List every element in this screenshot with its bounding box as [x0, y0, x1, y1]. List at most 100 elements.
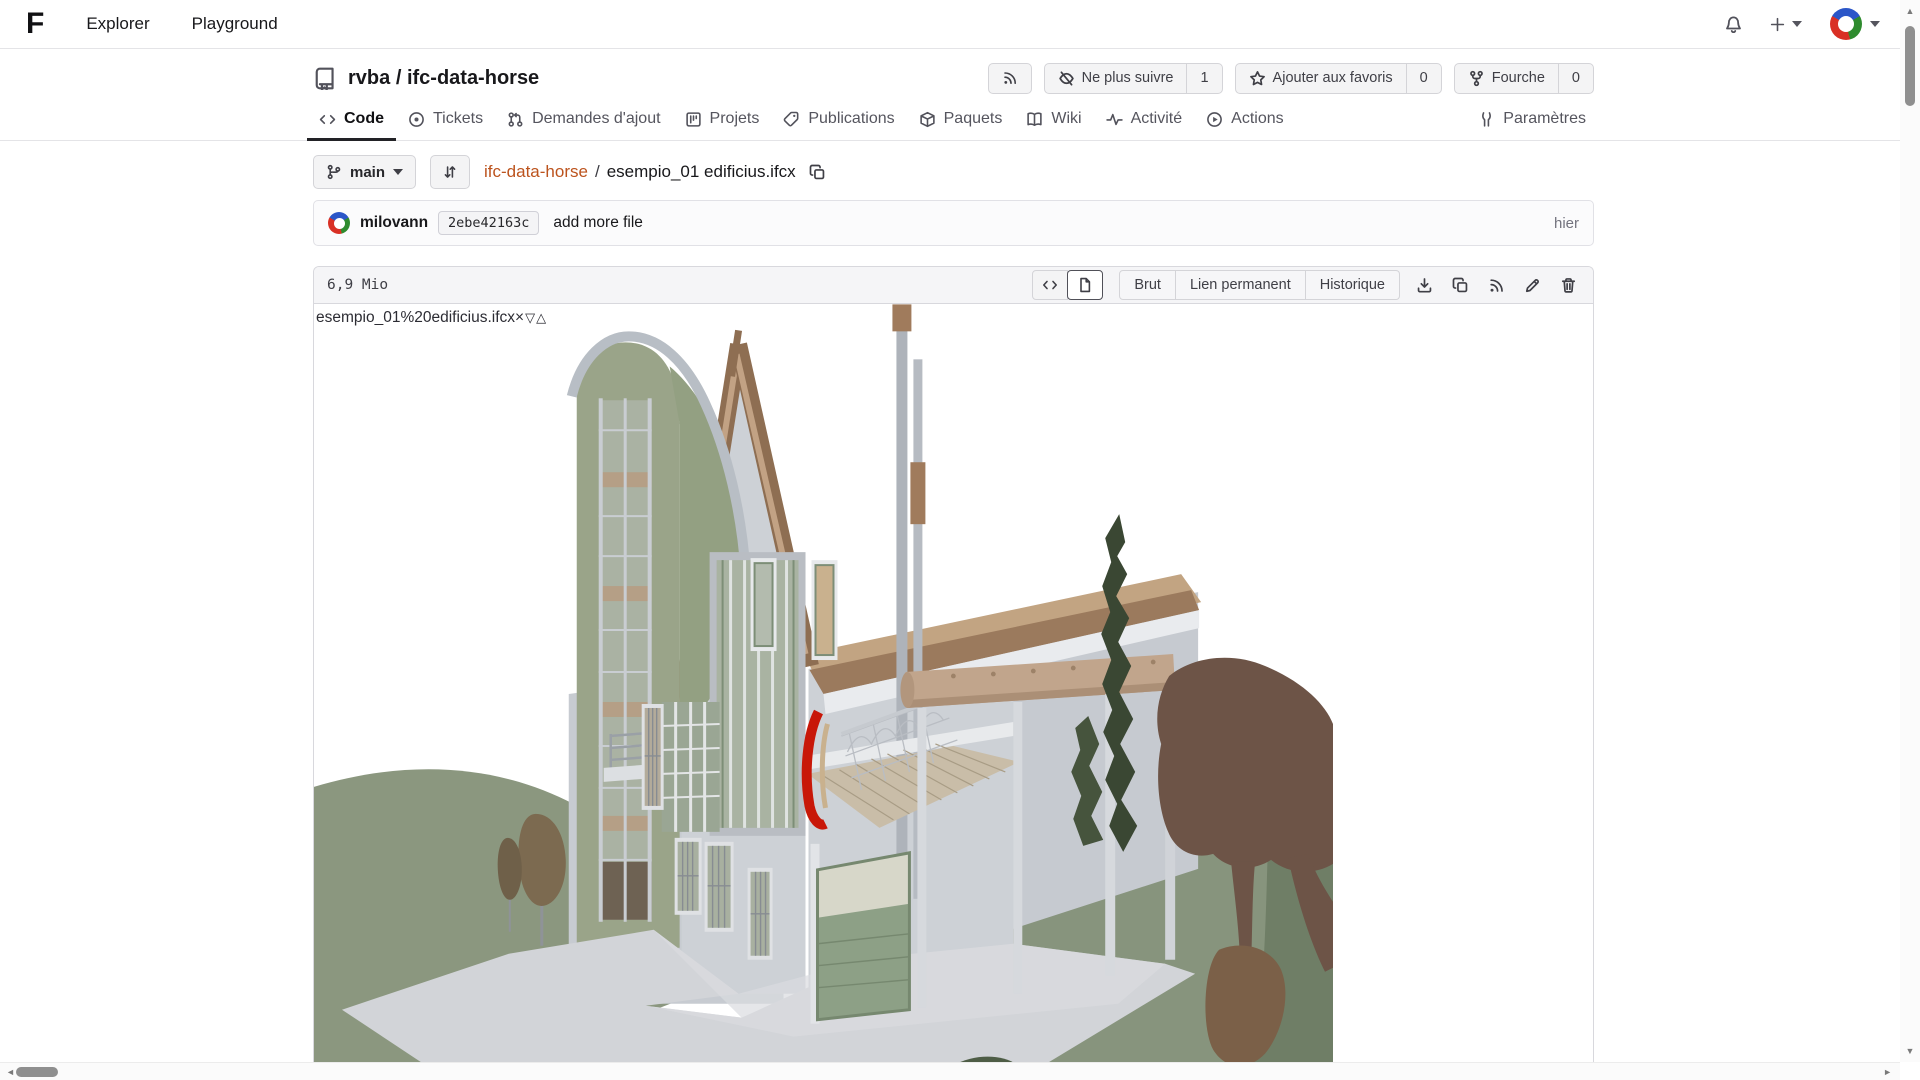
history-button[interactable]: Historique — [1306, 270, 1400, 300]
horizontal-scroll-thumb[interactable] — [16, 1067, 58, 1077]
tab-packages[interactable]: Paquets — [907, 100, 1015, 141]
code-icon — [319, 111, 336, 128]
forgejo-repo-page: F Explorer Playground rvba — [0, 0, 1920, 1080]
user-menu[interactable] — [1828, 6, 1880, 42]
rss-feed-button[interactable] — [988, 63, 1032, 94]
commit-author-name[interactable]: milovann — [360, 214, 428, 232]
plus-icon — [1769, 16, 1786, 33]
commit-time: hier — [1554, 215, 1579, 232]
repo-header: rvba / ifc-data-horse Ne plus suivre 1 A… — [313, 56, 1594, 100]
compare-button[interactable] — [430, 155, 470, 189]
ifc-model-label: esempio_01%20edificius.ifcx×▽△ — [316, 309, 546, 327]
rss-icon — [1002, 70, 1018, 86]
close-icon[interactable]: × — [515, 309, 524, 327]
expand-icon[interactable]: △ — [535, 310, 546, 326]
rendered-view-button[interactable] — [1067, 270, 1103, 300]
tab-activity[interactable]: Activité — [1094, 100, 1195, 141]
fork-icon — [1468, 70, 1485, 87]
stars-count[interactable]: 0 — [1406, 64, 1441, 93]
star-icon — [1249, 70, 1266, 87]
delete-file-button[interactable] — [1560, 277, 1577, 294]
breadcrumb-file-name: esempio_01 edificius.ifcx — [607, 162, 796, 182]
latest-commit-bar: milovann 2ebe42163c add more file hier — [313, 200, 1594, 246]
pulse-icon — [1106, 111, 1123, 128]
scroll-left-icon[interactable]: ◄ — [6, 1064, 15, 1080]
unwatch-button[interactable]: Ne plus suivre 1 — [1044, 63, 1223, 94]
tab-code[interactable]: Code — [307, 100, 396, 141]
download-icon — [1416, 277, 1433, 294]
settings-tools-icon — [1478, 111, 1495, 128]
tag-icon — [783, 111, 800, 128]
copy-content-button[interactable] — [1452, 277, 1469, 294]
forks-count[interactable]: 0 — [1558, 64, 1593, 93]
commit-message-link[interactable]: add more file — [553, 214, 643, 232]
chevron-down-icon — [393, 169, 403, 175]
code-icon — [1042, 277, 1058, 293]
trash-icon — [1560, 277, 1577, 294]
horizontal-scrollbar[interactable]: ◄ ► — [0, 1062, 1900, 1080]
vertical-scroll-thumb[interactable] — [1905, 26, 1915, 106]
project-board-icon — [685, 111, 702, 128]
ifc-3d-render[interactable] — [314, 304, 1333, 1080]
file-view-header: 6,9 Mio Brut Lien permanent Historique — [314, 267, 1593, 304]
star-button[interactable]: Ajouter aux favoris 0 — [1235, 63, 1442, 94]
file-icon — [1077, 277, 1093, 293]
copy-icon — [1452, 277, 1469, 294]
breadcrumb-separator: / — [595, 162, 600, 182]
vertical-scrollbar[interactable]: ▲ ▼ — [1900, 0, 1920, 1062]
tab-pull-requests[interactable]: Demandes d'ajout — [495, 100, 672, 141]
source-view-button[interactable] — [1032, 270, 1068, 300]
rss-file-button[interactable] — [1488, 277, 1505, 294]
forgejo-logo[interactable]: F — [26, 7, 42, 41]
repo-icon — [313, 67, 336, 90]
breadcrumb: ifc-data-horse / esempio_01 edificius.if… — [484, 162, 826, 182]
raw-button[interactable]: Brut — [1119, 270, 1176, 300]
nav-link-playground[interactable]: Playground — [192, 14, 278, 34]
play-circle-icon — [1206, 111, 1223, 128]
nav-link-explore[interactable]: Explorer — [86, 14, 149, 34]
commit-hash-badge[interactable]: 2ebe42163c — [438, 211, 539, 235]
repo-owner-link[interactable]: rvba — [348, 67, 390, 89]
scroll-right-icon[interactable]: ► — [1883, 1064, 1892, 1080]
tab-issues[interactable]: Tickets — [396, 100, 495, 141]
tab-wiki[interactable]: Wiki — [1014, 100, 1093, 141]
compare-icon — [442, 164, 458, 180]
view-mode-toggle — [1032, 270, 1103, 300]
notifications-bell-icon[interactable] — [1724, 15, 1743, 34]
tab-projects[interactable]: Projets — [673, 100, 772, 141]
scroll-down-icon[interactable]: ▼ — [1900, 1046, 1920, 1056]
permalink-button[interactable]: Lien permanent — [1176, 270, 1306, 300]
top-navbar: F Explorer Playground — [0, 0, 1920, 49]
file-view-box: 6,9 Mio Brut Lien permanent Historique — [313, 266, 1594, 1080]
commit-author-avatar[interactable] — [328, 212, 350, 234]
file-size: 6,9 Mio — [327, 277, 388, 293]
branch-selector[interactable]: main — [313, 155, 416, 189]
download-button[interactable] — [1416, 277, 1433, 294]
watchers-count[interactable]: 1 — [1186, 64, 1221, 93]
file-action-buttons: Brut Lien permanent Historique — [1119, 270, 1400, 300]
ifc-viewer: esempio_01%20edificius.ifcx×▽△ — [314, 304, 1593, 1080]
create-new-dropdown[interactable] — [1769, 16, 1802, 33]
chevron-down-icon — [1792, 21, 1802, 27]
rss-icon — [1488, 277, 1505, 294]
fork-button[interactable]: Fourche 0 — [1454, 63, 1594, 94]
repo-name-link[interactable]: ifc-data-horse — [407, 67, 539, 89]
scroll-up-icon[interactable]: ▲ — [1900, 6, 1920, 16]
collapse-icon[interactable]: ▽ — [524, 310, 535, 326]
avatar[interactable] — [1830, 8, 1862, 40]
tab-settings[interactable]: Paramètres — [1466, 100, 1598, 141]
repo-title: rvba / ifc-data-horse — [313, 67, 539, 90]
breadcrumb-repo-link[interactable]: ifc-data-horse — [484, 162, 588, 182]
eye-slash-icon — [1058, 70, 1075, 87]
pull-request-icon — [507, 111, 524, 128]
tab-actions[interactable]: Actions — [1194, 100, 1295, 141]
tab-releases[interactable]: Publications — [771, 100, 906, 141]
book-icon — [1026, 111, 1043, 128]
copy-path-button[interactable] — [809, 164, 826, 181]
edit-file-button[interactable] — [1524, 277, 1541, 294]
issue-circle-icon — [408, 111, 425, 128]
ifc-model-name: esempio_01%20edificius.ifcx — [316, 309, 515, 327]
repo-tabbar: Code Tickets Demandes d'ajout Projets Pu… — [0, 100, 1920, 141]
file-navigation-row: main ifc-data-horse / esempio_01 edifici… — [313, 154, 1594, 190]
repo-title-separator: / — [396, 67, 402, 89]
